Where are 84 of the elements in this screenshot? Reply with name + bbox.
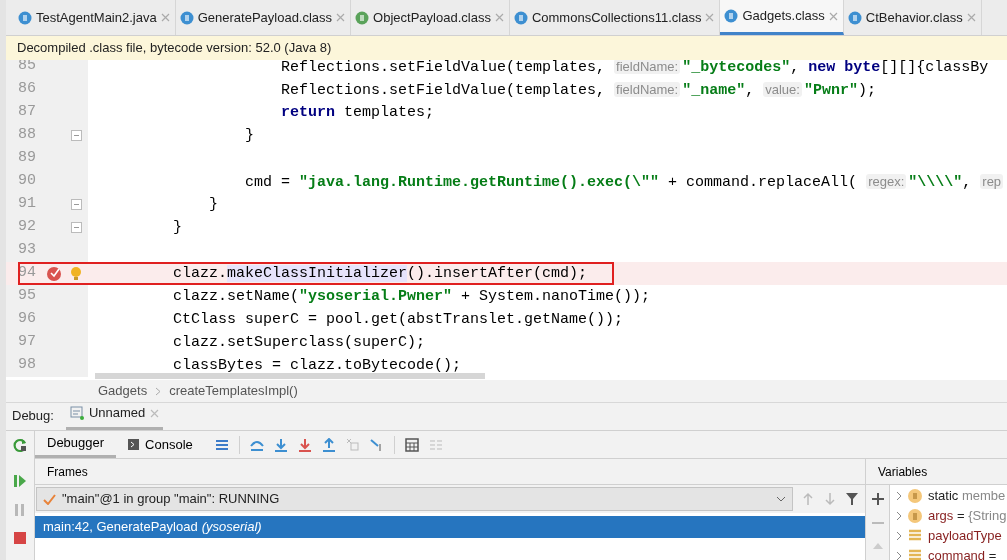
close-icon bbox=[494, 13, 504, 22]
editor-tab[interactable]: TestAgentMain2.java bbox=[14, 0, 176, 35]
code-line: cmd = "java.lang.Runtime.getRuntime().exec(\"" + command.replaceAll( regex: "\\\\", rep bbox=[244, 172, 1005, 191]
close-icon bbox=[150, 408, 160, 418]
thread-dropdown[interactable]: "main"@1 in group "main": RUNNING bbox=[36, 487, 793, 511]
class-icon bbox=[179, 10, 194, 25]
arrow-down-icon[interactable] bbox=[823, 492, 837, 506]
code-line: CtClass superC = pool.get(abstTranslet.getName()); bbox=[172, 311, 624, 328]
session-tab[interactable]: Unnamed bbox=[65, 403, 164, 430]
filter-icon[interactable] bbox=[845, 492, 859, 506]
step-out-icon[interactable] bbox=[321, 437, 336, 452]
interface-icon bbox=[355, 10, 370, 25]
frame-row[interactable]: main:42, GeneratePayload (ysoserial) bbox=[35, 516, 865, 538]
close-icon bbox=[828, 11, 838, 21]
variable-entry[interactable]: static membe bbox=[928, 486, 1006, 506]
class-icon bbox=[724, 9, 739, 23]
breadcrumb-item[interactable]: Gadgets bbox=[98, 381, 148, 401]
variable-entry[interactable]: payloadType bbox=[928, 526, 1002, 546]
class-icon bbox=[847, 10, 862, 25]
pause-icon bbox=[14, 503, 26, 517]
code-line: clazz.makeClassInitializer().insertAfter(cmd); bbox=[172, 265, 588, 282]
editor-tab[interactable]: GeneratePayload.class bbox=[175, 0, 352, 35]
drop-frame-icon[interactable] bbox=[345, 437, 360, 452]
panel-label: Debug: bbox=[12, 406, 54, 425]
line-number: 97 bbox=[18, 332, 37, 353]
code-line: } bbox=[208, 196, 218, 213]
stop-icon bbox=[14, 532, 26, 544]
chevron-down-icon bbox=[776, 496, 786, 502]
code-line: clazz.setSuperclass(superC); bbox=[172, 334, 426, 351]
code-line: } bbox=[172, 219, 182, 236]
close-icon bbox=[336, 13, 346, 22]
breadcrumb-item[interactable]: createTemplatesImpl() bbox=[169, 381, 298, 401]
debug-tab[interactable]: Console bbox=[116, 431, 205, 458]
code-line: Reflections.setFieldValue(templates, fieldName: "_name", value: "Pwnr"); bbox=[280, 80, 876, 99]
chevron-right-icon bbox=[155, 386, 162, 396]
line-number: 87 bbox=[18, 102, 37, 123]
line-number: 86 bbox=[18, 79, 37, 100]
static-badge-icon bbox=[908, 489, 922, 503]
console-icon bbox=[128, 439, 140, 450]
line-number: 91 bbox=[18, 194, 37, 215]
variable-entry[interactable]: args = {String bbox=[928, 506, 1007, 526]
step-into-icon[interactable] bbox=[273, 437, 288, 452]
code-line: Reflections.setFieldValue(templates, fieldName: "_bytecodes", new byte[][]{classBy bbox=[280, 60, 989, 76]
editor-tab[interactable]: ObjectPayload.class bbox=[351, 0, 510, 35]
variable-entry[interactable]: command = bbox=[928, 546, 997, 560]
parameter-badge-icon bbox=[908, 509, 922, 523]
run-to-cursor-icon[interactable] bbox=[369, 437, 384, 452]
info-banner: Decompiled .class file, bytecode version: 52.0 (Java 8) bbox=[6, 36, 1007, 60]
line-number: 98 bbox=[18, 355, 37, 376]
force-step-into-icon[interactable] bbox=[297, 437, 312, 452]
rerun-icon bbox=[12, 437, 28, 453]
close-icon bbox=[966, 13, 976, 22]
arrow-up-icon[interactable] bbox=[801, 492, 815, 506]
line-number: 95 bbox=[18, 286, 37, 307]
chevron-right-icon bbox=[896, 551, 902, 560]
line-number: 85 bbox=[18, 60, 37, 77]
code-line: clazz.setName("ysoserial.Pwner" + System.nanoTime()); bbox=[172, 288, 651, 305]
add-icon[interactable] bbox=[871, 493, 884, 505]
checkmark-icon bbox=[43, 493, 56, 505]
horizontal-scrollbar[interactable] bbox=[95, 373, 485, 379]
code-line: classBytes = clazz.toBytecode(); bbox=[172, 357, 462, 374]
session-icon bbox=[69, 406, 84, 420]
resume-icon bbox=[13, 474, 27, 488]
panel-title: Frames bbox=[47, 463, 88, 481]
class-icon bbox=[513, 10, 528, 25]
line-number: 96 bbox=[18, 309, 37, 330]
line-number: 92 bbox=[18, 217, 37, 238]
close-icon bbox=[160, 13, 170, 22]
panel-title: Variables bbox=[878, 463, 928, 481]
field-icon bbox=[908, 529, 922, 543]
field-icon bbox=[908, 549, 922, 560]
line-number: 88 bbox=[18, 125, 37, 146]
editor-tab[interactable]: Gadgets.class bbox=[720, 0, 844, 35]
calculator-icon[interactable] bbox=[404, 437, 419, 452]
line-number: 93 bbox=[18, 240, 37, 261]
class-icon bbox=[18, 10, 32, 25]
lightbulb-icon bbox=[70, 265, 82, 282]
menu-icon[interactable] bbox=[214, 437, 229, 452]
line-number: 89 bbox=[18, 148, 37, 169]
code-line: return templates; bbox=[280, 104, 435, 121]
code-line: } bbox=[244, 127, 255, 144]
close-icon bbox=[705, 13, 715, 22]
line-number: 90 bbox=[18, 171, 37, 192]
editor-tab[interactable]: CtBehavior.class bbox=[843, 0, 982, 35]
